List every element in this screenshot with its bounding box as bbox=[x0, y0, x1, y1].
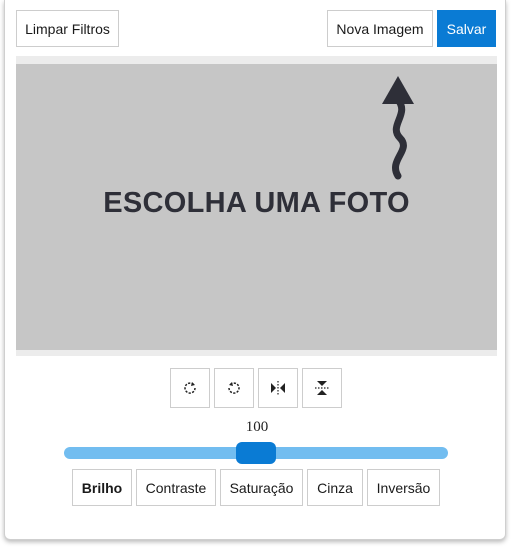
rotate-left-button[interactable] bbox=[170, 368, 210, 408]
filter-slider[interactable] bbox=[64, 442, 448, 464]
rotate-right-button[interactable] bbox=[214, 368, 254, 408]
image-preview-frame: ESCOLHA UMA FOTO bbox=[16, 56, 497, 356]
new-image-button[interactable]: Nova Imagem bbox=[327, 10, 433, 47]
wavy-up-arrow-icon bbox=[380, 74, 416, 185]
filter-brightness-button[interactable]: Brilho bbox=[72, 469, 132, 506]
filter-contrast-button[interactable]: Contraste bbox=[136, 469, 216, 506]
flip-vertical-button[interactable] bbox=[302, 368, 342, 408]
rotate-right-icon bbox=[228, 382, 240, 394]
image-preview[interactable]: ESCOLHA UMA FOTO bbox=[16, 64, 497, 350]
slider-value: 100 bbox=[245, 419, 269, 435]
slider-thumb[interactable] bbox=[236, 442, 276, 464]
rotate-left-icon bbox=[184, 382, 196, 394]
filter-saturation-button[interactable]: Saturação bbox=[220, 469, 303, 506]
save-button[interactable]: Salvar bbox=[437, 10, 496, 47]
flip-vertical-icon bbox=[315, 381, 329, 395]
filter-inversion-button[interactable]: Inversão bbox=[367, 469, 440, 506]
flip-horizontal-button[interactable] bbox=[258, 368, 298, 408]
clear-filters-button[interactable]: Limpar Filtros bbox=[16, 10, 119, 47]
filter-grayscale-button[interactable]: Cinza bbox=[307, 469, 363, 506]
choose-photo-placeholder: ESCOLHA UMA FOTO bbox=[103, 187, 410, 219]
flip-horizontal-icon bbox=[271, 381, 285, 395]
